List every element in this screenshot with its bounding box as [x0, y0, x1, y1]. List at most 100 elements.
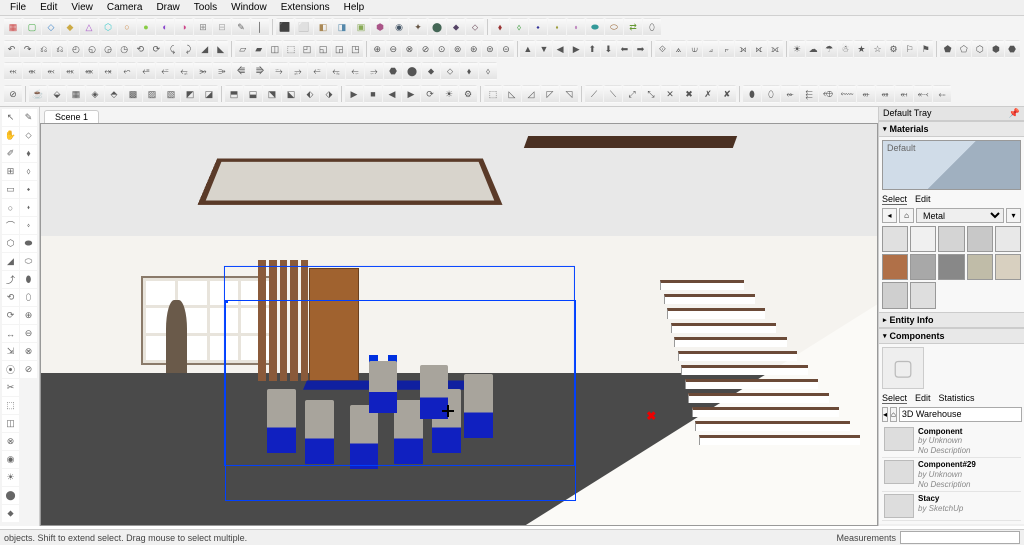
tool-button[interactable]: ⟲: [2, 289, 19, 306]
material-swatch[interactable]: [910, 226, 936, 252]
toolbar-button[interactable]: ▶: [402, 85, 420, 103]
toolbar-button[interactable]: ⬥: [447, 18, 465, 36]
tool-button[interactable]: ◢: [2, 253, 19, 270]
tool-button[interactable]: ○: [2, 199, 19, 216]
menu-camera[interactable]: Camera: [101, 1, 149, 14]
toolbar-button[interactable]: ⬅: [617, 40, 632, 58]
toolbar-button[interactable]: ⬢: [988, 40, 1003, 58]
toolbar-button[interactable]: ⬤: [403, 62, 421, 80]
toolbar-button[interactable]: ⟗: [768, 40, 783, 58]
components-tab-statistics[interactable]: Statistics: [939, 393, 975, 404]
toolbar-button[interactable]: ▦: [67, 85, 85, 103]
toolbar-button[interactable]: ⊛: [466, 40, 481, 58]
toolbar-button[interactable]: ▧: [162, 85, 180, 103]
toolbar-button[interactable]: ⬜: [295, 18, 313, 36]
toolbar-button[interactable]: ⭊: [327, 62, 345, 80]
components-tab-select[interactable]: Select: [882, 393, 907, 404]
toolbar-button[interactable]: ▶: [569, 40, 584, 58]
back-button[interactable]: ◂: [882, 208, 897, 223]
toolbar-button[interactable]: ⬨: [510, 18, 528, 36]
tool-button[interactable]: ✋: [2, 127, 19, 144]
toolbar-button[interactable]: ⬤: [428, 18, 446, 36]
component-list-item[interactable]: Componentby UnknownNo Description: [882, 425, 1021, 459]
toolbar-button[interactable]: ▼: [536, 40, 551, 58]
material-swatch[interactable]: [995, 226, 1021, 252]
toolbar-button[interactable]: ☁: [806, 40, 821, 58]
toolbar-button[interactable]: ⭅: [232, 62, 250, 80]
toolbar-button[interactable]: ⟍: [604, 85, 622, 103]
tool-button[interactable]: ⬚: [2, 397, 19, 414]
toolbar-button[interactable]: ☆: [870, 40, 885, 58]
toolbar-button[interactable]: ⊜: [482, 40, 497, 58]
toolbar-button[interactable]: ⟲: [133, 40, 148, 58]
toolbar-button[interactable]: ◪: [200, 85, 218, 103]
panel-header-entity-info[interactable]: Entity Info: [879, 312, 1024, 328]
toolbar-button[interactable]: ⭇: [270, 62, 288, 80]
toolbar-button[interactable]: ↷: [20, 40, 35, 58]
toolbar-button[interactable]: ▢: [23, 18, 41, 36]
material-swatch[interactable]: [882, 226, 908, 252]
toolbar-button[interactable]: ⬼: [61, 62, 79, 80]
current-material-preview[interactable]: Default: [882, 140, 1021, 190]
tool-button[interactable]: ⊕: [20, 307, 37, 324]
toolbar-button[interactable]: ⬷: [914, 85, 932, 103]
toolbar-button[interactable]: ✎: [232, 18, 250, 36]
toolbar-button[interactable]: ⤸: [181, 40, 196, 58]
component-list-item[interactable]: Stacyby SketchUp: [882, 492, 1021, 521]
toolbar-button[interactable]: ▱: [235, 40, 250, 58]
toolbar-button[interactable]: ⬫: [567, 18, 585, 36]
toolbar-button[interactable]: ⬓: [244, 85, 262, 103]
toolbar-button[interactable]: ⊘: [4, 85, 22, 103]
menu-view[interactable]: View: [65, 1, 99, 14]
scene-tab-1[interactable]: Scene 1: [44, 110, 99, 123]
toolbar-button[interactable]: ◉: [390, 18, 408, 36]
component-source-input[interactable]: [899, 407, 1022, 422]
toolbar-button[interactable]: ⟳: [149, 40, 164, 58]
toolbar-button[interactable]: ⬥: [422, 62, 440, 80]
toolbar-button[interactable]: ⬘: [105, 85, 123, 103]
toolbar-button[interactable]: ⬦: [466, 18, 484, 36]
toolbar-button[interactable]: △: [80, 18, 98, 36]
toolbar-button[interactable]: ◆: [61, 18, 79, 36]
material-swatch[interactable]: [938, 226, 964, 252]
toolbar-button[interactable]: ⬧: [460, 62, 478, 80]
toolbar-button[interactable]: ⬨: [479, 62, 497, 80]
toolbar-button[interactable]: ⟒: [687, 40, 702, 58]
toolbar-button[interactable]: ■: [364, 85, 382, 103]
3d-viewport[interactable]: ✖: [40, 123, 878, 526]
toolbar-button[interactable]: ⬕: [282, 85, 300, 103]
toolbar-button[interactable]: ⊖: [386, 40, 401, 58]
toolbar-button[interactable]: ▶: [345, 85, 363, 103]
toolbar-button[interactable]: ⬖: [301, 85, 319, 103]
toolbar-button[interactable]: ☃: [838, 40, 853, 58]
toolbar-button[interactable]: ⬩: [529, 18, 547, 36]
toolbar-button[interactable]: ⎌: [36, 40, 51, 58]
toolbar-button[interactable]: ⬶: [895, 85, 913, 103]
toolbar-button[interactable]: ⭋: [346, 62, 364, 80]
tool-button[interactable]: ⊖: [20, 325, 37, 342]
tool-button[interactable]: ◉: [2, 451, 19, 468]
toolbar-button[interactable]: ⊟: [213, 18, 231, 36]
tool-button[interactable]: ⬩: [20, 181, 37, 198]
tool-button[interactable]: ⬭: [20, 253, 37, 270]
toolbar-button[interactable]: ◶: [101, 40, 116, 58]
toolbar-button[interactable]: ★: [854, 40, 869, 58]
toolbar-button[interactable]: ⚙: [886, 40, 901, 58]
toolbar-button[interactable]: ⤢: [623, 85, 641, 103]
toolbar-button[interactable]: ⬸: [933, 85, 951, 103]
tool-button[interactable]: ⬧: [20, 145, 37, 162]
toolbar-button[interactable]: ◀: [553, 40, 568, 58]
material-swatch[interactable]: [995, 254, 1021, 280]
toolbar-button[interactable]: ✖: [680, 85, 698, 103]
toolbar-button[interactable]: ⬭: [605, 18, 623, 36]
toolbar-button[interactable]: ⊗: [402, 40, 417, 58]
toolbar-button[interactable]: ⬠: [956, 40, 971, 58]
toolbar-button[interactable]: ⊝: [498, 40, 513, 58]
toolbar-button[interactable]: ⟕: [735, 40, 750, 58]
tool-button[interactable]: ⟳: [2, 307, 19, 324]
toolbar-button[interactable]: ✗: [699, 85, 717, 103]
toolbar-button[interactable]: ◀: [383, 85, 401, 103]
toolbar-button[interactable]: ⬡: [99, 18, 117, 36]
toolbar-button[interactable]: ◿: [522, 85, 540, 103]
toolbar-button[interactable]: ⬻: [42, 62, 60, 80]
